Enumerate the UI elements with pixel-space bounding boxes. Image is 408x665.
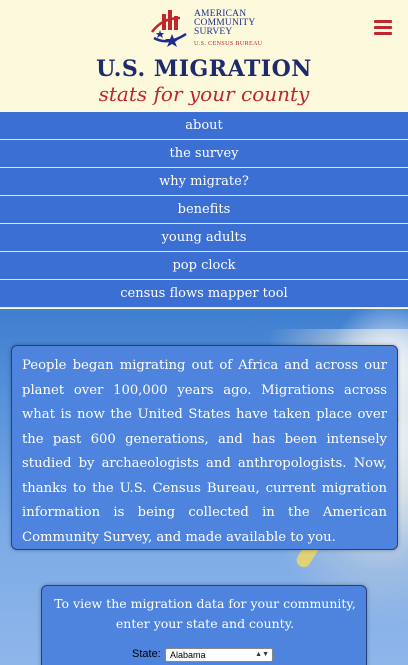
- acs-logo[interactable]: AMERICAN COMMUNITY SURVEY U.S. CENSUS BU…: [150, 6, 262, 50]
- nav-item-young-adults[interactable]: young adults: [0, 224, 408, 252]
- nav-item-census-flows-mapper[interactable]: census flows mapper tool: [0, 280, 408, 308]
- select-arrows-icon: ▲▼: [255, 651, 269, 658]
- site-header: AMERICAN COMMUNITY SURVEY U.S. CENSUS BU…: [0, 0, 408, 112]
- page-subtitle: stats for your county: [98, 82, 310, 106]
- nav-item-the-survey[interactable]: the survey: [0, 140, 408, 168]
- intro-panel: People began migrating out of Africa and…: [11, 345, 398, 550]
- state-label: State:: [132, 648, 161, 660]
- logo-wordmark: AMERICAN COMMUNITY SURVEY: [194, 9, 255, 37]
- logo-subtitle: U.S. CENSUS BUREAU: [194, 41, 263, 47]
- nav-item-why-migrate[interactable]: why migrate?: [0, 168, 408, 196]
- nav-item-about[interactable]: about: [0, 112, 408, 140]
- form-instructions: To view the migration data for your comm…: [54, 596, 356, 631]
- nav-item-benefits[interactable]: benefits: [0, 196, 408, 224]
- location-form: To view the migration data for your comm…: [41, 585, 367, 665]
- main-nav: about the survey why migrate? benefits y…: [0, 112, 408, 308]
- state-select-value: Alabama: [170, 650, 206, 660]
- logo-line-3: SURVEY: [194, 27, 233, 37]
- state-select[interactable]: Alabama ▲▼: [165, 648, 273, 662]
- page-title: U.S. MIGRATION: [96, 56, 312, 82]
- intro-text: People began migrating out of Africa and…: [22, 358, 387, 545]
- nav-item-pop-clock[interactable]: pop clock: [0, 252, 408, 280]
- hamburger-icon[interactable]: [374, 20, 392, 36]
- acs-logo-mark: [150, 10, 187, 47]
